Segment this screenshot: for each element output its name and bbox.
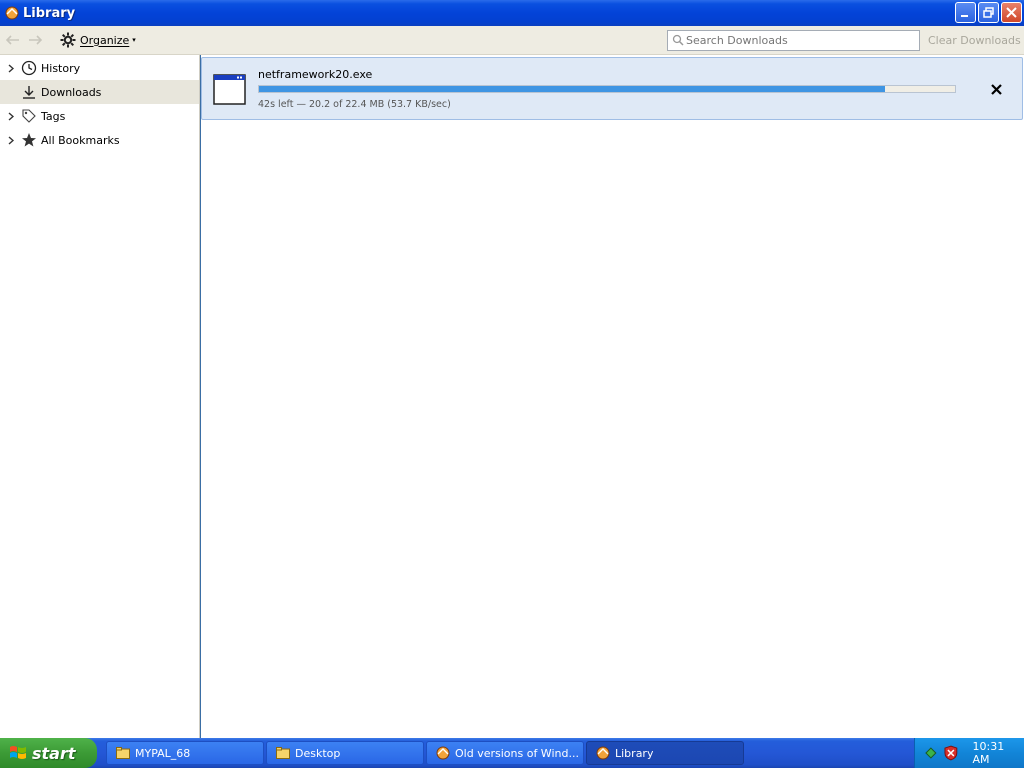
sidebar-item-label: Tags	[41, 109, 66, 123]
folder-icon	[115, 745, 131, 761]
start-label: start	[32, 743, 76, 763]
download-item[interactable]: netframework20.exe 42s left — 20.2 of 22…	[201, 57, 1023, 120]
taskbar-item-label: MYPAL_68	[135, 746, 191, 760]
clock: 10:31 AM	[972, 740, 1005, 766]
sidebar-item-tags[interactable]: Tags	[0, 104, 199, 128]
expand-arrow-icon[interactable]	[4, 111, 18, 121]
start-button[interactable]: start	[0, 738, 97, 768]
taskbar-item-desktop[interactable]: Desktop	[266, 741, 424, 765]
taskbar-item-library[interactable]: Library	[586, 741, 744, 765]
organize-button[interactable]: Organize ▾	[58, 29, 138, 51]
forward-arrow-icon	[29, 35, 43, 45]
back-arrow-icon	[5, 35, 19, 45]
application-icon	[213, 74, 246, 105]
security-shield-icon[interactable]	[943, 745, 959, 761]
expand-arrow-icon[interactable]	[4, 135, 18, 145]
download-progress-fill	[259, 86, 886, 92]
taskbar: start MYPAL_68 Desktop Old versions of W…	[0, 738, 1024, 768]
download-filename: netframework20.exe	[258, 68, 373, 81]
network-icon[interactable]	[923, 745, 939, 761]
star-icon	[20, 131, 38, 149]
download-progress-bar	[258, 85, 956, 93]
minimize-button[interactable]	[955, 2, 976, 23]
browser-icon	[435, 745, 451, 761]
folder-icon	[275, 745, 291, 761]
cancel-download-button[interactable]	[986, 79, 1006, 99]
sidebar-item-label: Downloads	[41, 85, 102, 99]
restore-button[interactable]	[978, 2, 999, 23]
taskbar-item-label: Desktop	[295, 746, 341, 760]
organize-label: Organize	[80, 33, 130, 47]
clear-downloads-button[interactable]: Clear Downloads	[928, 34, 1021, 47]
toolbar: Organize ▾ Clear Downloads	[0, 26, 1024, 55]
taskbar-item-mypal[interactable]: MYPAL_68	[106, 741, 264, 765]
sidebar-item-history[interactable]: History	[0, 56, 199, 80]
sidebar-item-downloads[interactable]: Downloads	[0, 80, 199, 104]
search-box[interactable]	[667, 30, 920, 51]
sidebar-item-label: History	[41, 61, 81, 75]
clock-icon	[20, 59, 38, 77]
gear-icon	[60, 32, 76, 48]
title-bar[interactable]: Library	[0, 0, 1024, 26]
system-tray: 10:31 AM	[914, 738, 1024, 768]
sidebar-item-all-bookmarks[interactable]: All Bookmarks	[0, 128, 199, 152]
tag-icon	[20, 107, 38, 125]
app-icon	[5, 6, 19, 20]
restore-icon	[983, 7, 994, 18]
cancel-icon	[990, 83, 1002, 95]
search-icon	[672, 34, 684, 46]
minimize-icon	[961, 15, 968, 17]
downloads-list: netframework20.exe 42s left — 20.2 of 22…	[201, 55, 1024, 738]
forward-button[interactable]	[26, 31, 44, 49]
sidebar: History Downloads Tags All Bookmarks	[0, 55, 200, 738]
window-title: Library	[23, 5, 76, 21]
taskbar-item-label: Library	[615, 746, 654, 760]
windows-logo-icon	[10, 746, 26, 759]
organize-caret-icon: ▾	[132, 36, 136, 44]
sidebar-item-label: All Bookmarks	[41, 133, 120, 147]
close-button[interactable]	[1001, 2, 1022, 23]
browser-icon	[595, 745, 611, 761]
taskbar-item-label: Old versions of Wind...	[455, 746, 579, 760]
back-button[interactable]	[4, 31, 22, 49]
download-status: 42s left — 20.2 of 22.4 MB (53.7 KB/sec)	[258, 99, 451, 110]
search-input[interactable]	[686, 34, 906, 47]
download-icon	[20, 83, 38, 101]
close-icon	[1006, 7, 1017, 18]
taskbar-item-old-versions[interactable]: Old versions of Wind...	[426, 741, 584, 765]
expand-arrow-icon[interactable]	[4, 63, 18, 73]
